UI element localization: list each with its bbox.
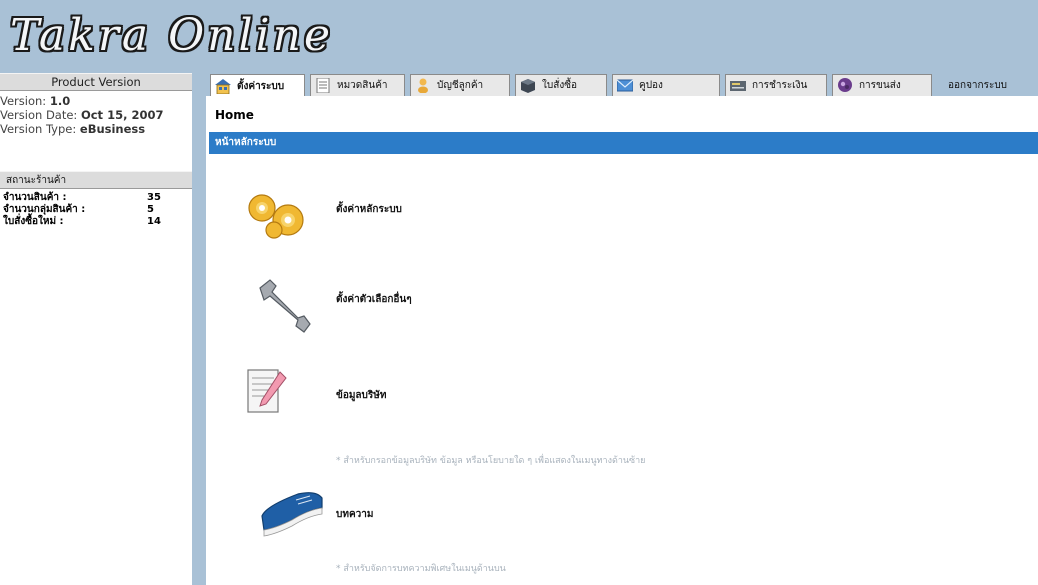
breadcrumb: Home (215, 108, 254, 122)
version-type-label: Version Type: (0, 122, 77, 136)
tab-coupons[interactable]: คูปอง (612, 74, 720, 96)
home-icon (215, 79, 231, 94)
tab-shipping[interactable]: การขนส่ง (832, 74, 932, 96)
version-label: Version: (0, 94, 47, 108)
version-date-value: Oct 15, 2007 (80, 108, 164, 122)
user-icon (418, 78, 428, 93)
main-content: Home หน้าหลักระบบ ตั้งค่าหลักระบบ ตั้งค่… (206, 96, 1038, 585)
logout-link[interactable]: ออกจากระบบ (948, 78, 1007, 93)
tab-label: บัญชีลูกค้า (437, 80, 484, 91)
book-icon[interactable] (256, 486, 328, 546)
tab-customer-accounts[interactable]: บัญชีลูกค้า (410, 74, 510, 96)
version-info: Version: 1.0 Version Date: Oct 15, 2007 … (0, 91, 192, 136)
tab-label: คูปอง (639, 80, 663, 91)
tab-label: หมวดสินค้า (337, 80, 388, 91)
item-other-options[interactable]: ตั้งค่าตัวเลือกอื่นๆ (336, 292, 412, 307)
stat-value: 5 (147, 204, 154, 215)
tab-label: ตั้งค่าระบบ (237, 81, 285, 92)
header: Takra Online (0, 0, 1038, 70)
tab-label: ใบสั่งซื้อ (542, 80, 578, 91)
store-stats: จำนวนสินค้า : 35 จำนวนกลุ่มสินค้า : 5 ใบสั… (0, 189, 192, 228)
stat-label: จำนวนสินค้า : (3, 192, 67, 203)
version-date-line: Version Date: Oct 15, 2007 (0, 108, 192, 122)
tab-payment[interactable]: การชำระเงิน (725, 74, 827, 96)
tab-label: การขนส่ง (859, 80, 901, 91)
stat-label: ใบสั่งซื้อใหม่ : (3, 216, 64, 227)
wrench-icon[interactable] (250, 276, 322, 336)
truck-icon (838, 78, 852, 92)
stat-label: จำนวนกลุ่มสินค้า : (3, 204, 86, 215)
sidebar: Product Version Version: 1.0 Version Dat… (0, 73, 192, 585)
version-line: Version: 1.0 (0, 94, 192, 108)
section-title: หน้าหลักระบบ (209, 132, 1038, 154)
logo: Takra Online (10, 10, 334, 61)
product-version-header: Product Version (0, 73, 192, 91)
document-list-icon (316, 78, 330, 93)
credit-card-icon (730, 81, 746, 91)
tab-system-settings[interactable]: ตั้งค่าระบบ (210, 74, 305, 98)
version-type-line: Version Type: eBusiness (0, 122, 192, 136)
stat-category-count: จำนวนกลุ่มสินค้า : 5 (0, 204, 192, 216)
version-value: 1.0 (49, 94, 71, 108)
tab-label: การชำระเงิน (752, 80, 808, 91)
document-pencil-icon[interactable] (246, 364, 318, 424)
gears-icon[interactable] (244, 186, 316, 246)
stat-new-orders: ใบสั่งซื้อใหม่ : 14 (0, 216, 192, 228)
company-info-note: * สำหรับกรอกข้อมูลบริษัท ข้อมูล หรือนโยบ… (336, 456, 646, 466)
main-tabs: ตั้งค่าระบบ หมวดสินค้า บัญชีลูกค้า ใบสั่… (206, 74, 1038, 98)
stat-product-count: จำนวนสินค้า : 35 (0, 192, 192, 204)
tab-categories[interactable]: หมวดสินค้า (310, 74, 405, 96)
stat-value: 14 (147, 216, 161, 227)
box-icon (521, 79, 535, 93)
envelope-icon (617, 79, 633, 92)
item-articles[interactable]: บทความ (336, 507, 373, 522)
item-company-info[interactable]: ข้อมูลบริษัท (336, 388, 386, 403)
version-type-value: eBusiness (79, 122, 146, 136)
store-status-header: สถานะร้านค้า (0, 171, 192, 189)
articles-note: * สำหรับจัดการบทความพิเศษในเมนูด้านบน (336, 564, 506, 574)
version-date-label: Version Date: (0, 108, 78, 122)
item-main-settings[interactable]: ตั้งค่าหลักระบบ (336, 202, 402, 217)
tab-orders[interactable]: ใบสั่งซื้อ (515, 74, 607, 96)
stat-value: 35 (147, 192, 161, 203)
